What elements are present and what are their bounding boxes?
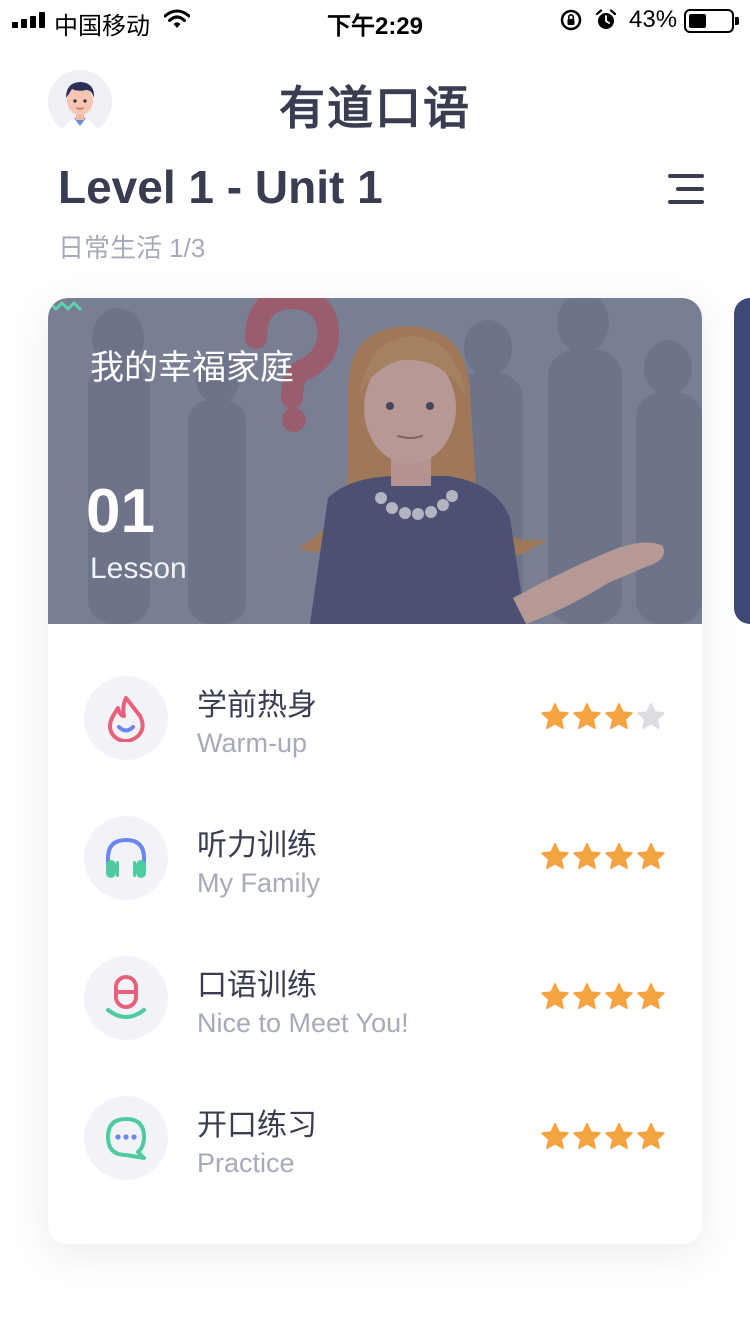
battery-percent: 43% — [629, 6, 678, 33]
activity-icon-wrap — [84, 676, 168, 760]
headphones-icon — [106, 837, 146, 878]
star-filled-icon — [605, 1123, 633, 1149]
next-lesson-card[interactable] — [734, 298, 750, 624]
star-filled-icon — [541, 703, 569, 729]
activity-listening[interactable]: 听力训练 My Family — [84, 816, 684, 906]
unit-title: Level 1 - Unit 1 — [58, 161, 383, 213]
app-title: 有道口语 — [279, 82, 471, 134]
activity-subtitle: Nice to Meet You! — [197, 1008, 409, 1038]
star-filled-icon — [573, 983, 601, 1009]
activity-subtitle: Warm-up — [197, 728, 308, 758]
lesson-title: 我的幸福家庭 — [90, 349, 294, 387]
lesson-hero: 我的幸福家庭 01 Lesson — [48, 298, 702, 624]
star-rating — [540, 842, 666, 872]
lesson-label: Lesson — [90, 552, 187, 585]
lesson-card[interactable]: 我的幸福家庭 01 Lesson 学前热身 Warm-up 听力训练 My Fa… — [48, 298, 702, 1244]
star-rating — [540, 982, 666, 1012]
status-bar: 中国移动 下午2:29 43% — [0, 0, 750, 40]
star-filled-icon — [573, 1123, 601, 1149]
star-filled-icon — [573, 703, 601, 729]
menu-icon[interactable] — [664, 172, 704, 206]
star-filled-icon — [605, 983, 633, 1009]
activity-title: 听力训练 — [197, 829, 317, 862]
activity-icon-wrap — [84, 816, 168, 900]
star-filled-icon — [637, 1123, 665, 1149]
activity-warm-up[interactable]: 学前热身 Warm-up — [84, 676, 684, 766]
star-rating — [540, 1122, 666, 1152]
unit-subtitle: 日常生活 1/3 — [58, 233, 206, 263]
activity-icon-wrap — [84, 956, 168, 1040]
flame-icon — [108, 696, 145, 742]
activity-title: 学前热身 — [197, 689, 317, 722]
star-filled-icon — [637, 983, 665, 1009]
activity-subtitle: My Family — [197, 868, 320, 898]
activity-icon-wrap — [84, 1096, 168, 1180]
activity-practice[interactable]: 开口练习 Practice — [84, 1096, 684, 1186]
star-filled-icon — [605, 703, 633, 729]
chat-bubble-icon — [106, 1117, 146, 1160]
rotation-lock-icon — [560, 9, 582, 31]
activity-speaking[interactable]: 口语训练 Nice to Meet You! — [84, 956, 684, 1046]
wave-icon — [48, 301, 82, 311]
lesson-number: 01 — [86, 477, 155, 546]
star-filled-icon — [541, 1123, 569, 1149]
activity-title: 开口练习 — [197, 1109, 317, 1142]
star-empty-icon — [637, 703, 665, 729]
star-rating — [540, 702, 666, 732]
microphone-icon — [106, 975, 146, 1019]
star-filled-icon — [605, 843, 633, 869]
star-filled-icon — [573, 843, 601, 869]
battery-icon — [684, 9, 739, 33]
activity-title: 口语训练 — [197, 969, 317, 1002]
battery-fill — [689, 14, 706, 28]
alarm-icon — [595, 9, 617, 29]
star-filled-icon — [637, 843, 665, 869]
activity-subtitle: Practice — [197, 1148, 295, 1178]
star-filled-icon — [541, 983, 569, 1009]
star-filled-icon — [541, 843, 569, 869]
